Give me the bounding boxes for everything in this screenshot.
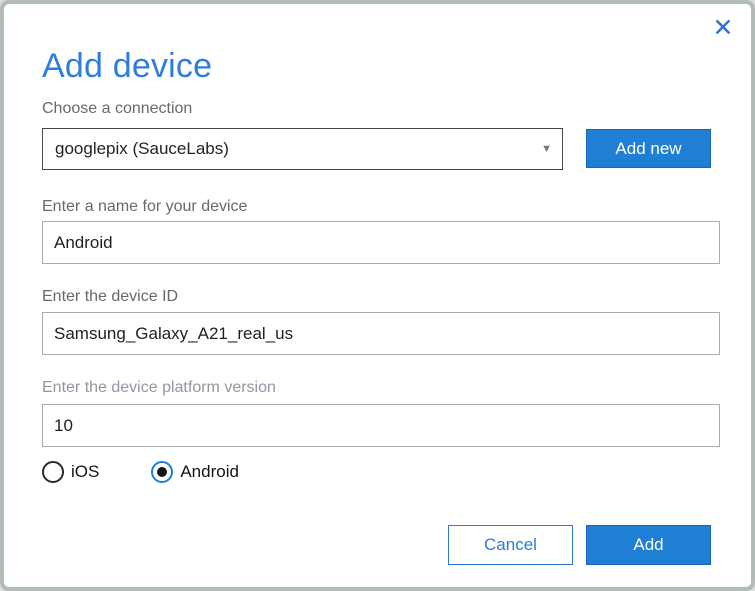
- close-icon[interactable]: ✕: [707, 12, 739, 44]
- radio-ios-circle: [42, 461, 64, 483]
- radio-ios[interactable]: iOS: [42, 461, 99, 483]
- radio-android-circle: [151, 461, 173, 483]
- add-new-button[interactable]: Add new: [586, 129, 711, 168]
- device-name-input[interactable]: [42, 221, 720, 264]
- radio-android-dot: [157, 467, 167, 477]
- cancel-button[interactable]: Cancel: [448, 525, 573, 565]
- device-id-label: Enter the device ID: [42, 286, 711, 308]
- connection-label: Choose a connection: [42, 98, 711, 120]
- device-id-input[interactable]: [42, 312, 720, 355]
- platform-version-input[interactable]: [42, 404, 720, 447]
- connection-selected-value: googlepix (SauceLabs): [55, 139, 229, 159]
- radio-android-label: Android: [180, 462, 239, 482]
- page-title: Add device: [42, 44, 711, 88]
- radio-android[interactable]: Android: [151, 461, 239, 483]
- connection-row: googlepix (SauceLabs) ▼ Add new: [42, 128, 711, 170]
- add-button[interactable]: Add: [586, 525, 711, 565]
- platform-radio-group: iOS Android: [42, 461, 711, 483]
- dialog-footer: Cancel Add: [42, 525, 711, 565]
- chevron-down-icon: ▼: [541, 144, 552, 155]
- device-name-label: Enter a name for your device: [42, 196, 711, 218]
- radio-ios-label: iOS: [71, 462, 99, 482]
- add-device-dialog: ✕ Add device Choose a connection googlep…: [0, 0, 755, 591]
- platform-version-label: Enter the device platform version: [42, 377, 711, 399]
- connection-select[interactable]: googlepix (SauceLabs) ▼: [42, 128, 563, 170]
- dialog-content: Add device Choose a connection googlepix…: [4, 44, 751, 565]
